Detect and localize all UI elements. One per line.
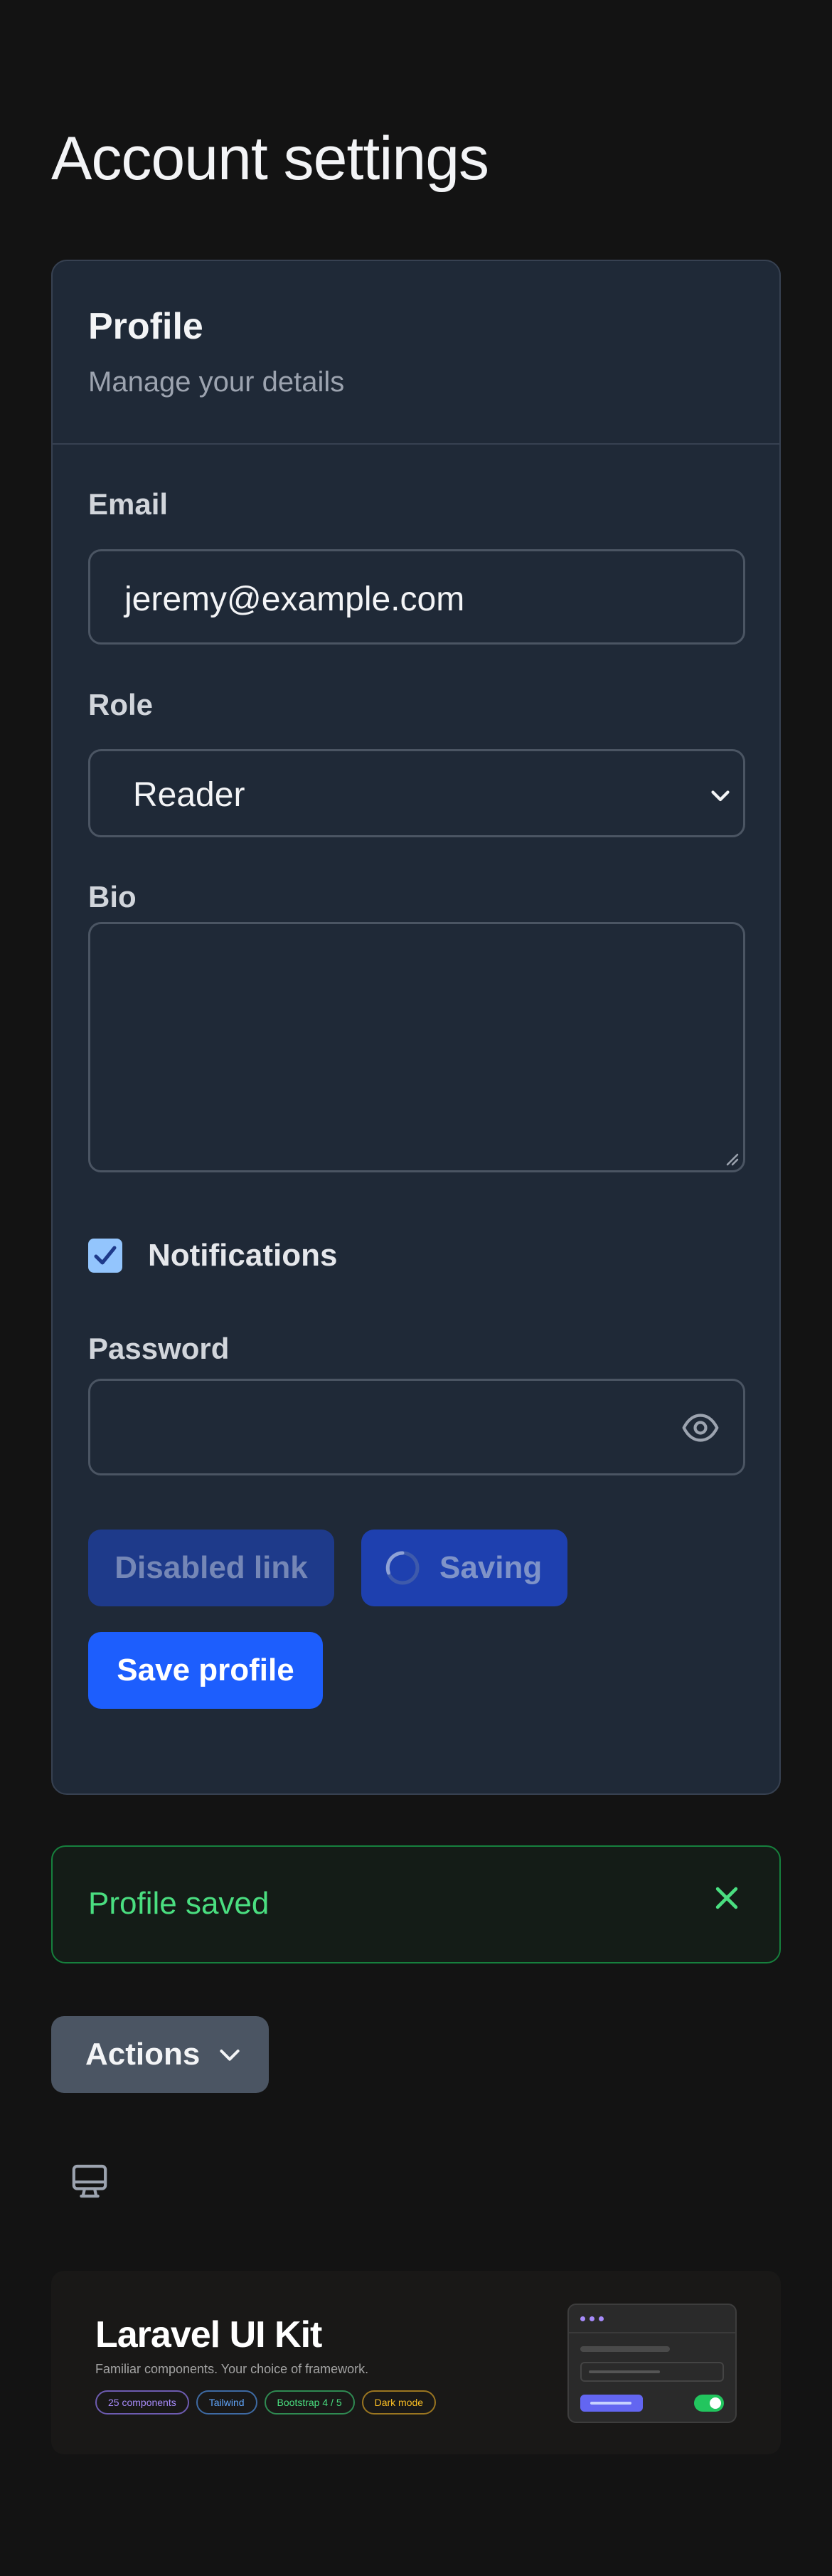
window-dot — [599, 2316, 604, 2321]
email-field[interactable]: jeremy@example.com — [88, 549, 745, 645]
window-dot — [590, 2316, 594, 2321]
saving-label: Saving — [439, 1550, 543, 1585]
saving-button: Saving — [361, 1530, 567, 1606]
profile-card-header: Profile Manage your details — [53, 261, 779, 445]
role-label: Role — [88, 688, 154, 721]
preview-divider — [569, 2332, 735, 2333]
email-value: jeremy@example.com — [124, 581, 465, 618]
preview-text-bar — [580, 2346, 670, 2352]
spinner-icon — [385, 1551, 420, 1585]
page-title: Account settings — [51, 124, 489, 193]
close-icon[interactable] — [711, 1882, 742, 1914]
notifications-label[interactable]: Notifications — [148, 1238, 337, 1273]
profile-card: Profile Manage your details Email jeremy… — [51, 260, 781, 1795]
banner-title: Laravel UI Kit — [95, 2314, 322, 2355]
chevron-down-icon — [711, 790, 730, 802]
eye-icon[interactable] — [681, 1408, 720, 1448]
page: Account settings Profile Manage your det… — [0, 0, 832, 2576]
notifications-checkbox[interactable] — [88, 1239, 122, 1273]
tag-components: 25 components — [95, 2390, 189, 2415]
role-selected-value: Reader — [133, 776, 245, 814]
disabled-link-button: Disabled link — [88, 1530, 334, 1606]
actions-dropdown-button[interactable]: Actions — [51, 2016, 269, 2093]
password-label: Password — [88, 1332, 230, 1365]
bio-label: Bio — [88, 880, 137, 913]
preview-button-line — [590, 2402, 631, 2405]
tag-tailwind: Tailwind — [196, 2390, 257, 2415]
save-profile-button[interactable]: Save profile — [88, 1632, 323, 1709]
preview-toggle-knob — [710, 2397, 721, 2409]
alert-message: Profile saved — [88, 1886, 270, 1921]
resize-handle-icon[interactable] — [723, 1150, 739, 1166]
preview-toggle — [694, 2395, 724, 2412]
preview-button — [580, 2395, 643, 2412]
tag-dark-mode: Dark mode — [361, 2390, 437, 2415]
checkmark-icon — [94, 1246, 117, 1265]
window-dot — [580, 2316, 585, 2321]
actions-label: Actions — [85, 2037, 201, 2072]
tag-bootstrap: Bootstrap 4 / 5 — [264, 2390, 355, 2415]
profile-subtitle: Manage your details — [88, 366, 345, 398]
profile-title: Profile — [88, 306, 203, 347]
preview-input — [580, 2362, 724, 2382]
success-alert: Profile saved — [51, 1845, 781, 1963]
banner-tags: 25 components Tailwind Bootstrap 4 / 5 D… — [95, 2390, 437, 2415]
promo-banner[interactable]: Laravel UI Kit Familiar components. Your… — [51, 2271, 781, 2454]
role-select[interactable]: Reader — [88, 749, 745, 837]
window-dots — [580, 2316, 604, 2321]
ui-preview-illustration — [567, 2304, 737, 2423]
monitor-icon[interactable] — [70, 2161, 110, 2201]
preview-input-line — [589, 2370, 660, 2373]
banner-subtitle: Familiar components. Your choice of fram… — [95, 2362, 369, 2376]
email-label: Email — [88, 487, 169, 521]
bio-textarea[interactable] — [88, 922, 745, 1172]
password-field[interactable] — [88, 1379, 745, 1475]
chevron-down-icon — [220, 2050, 240, 2061]
